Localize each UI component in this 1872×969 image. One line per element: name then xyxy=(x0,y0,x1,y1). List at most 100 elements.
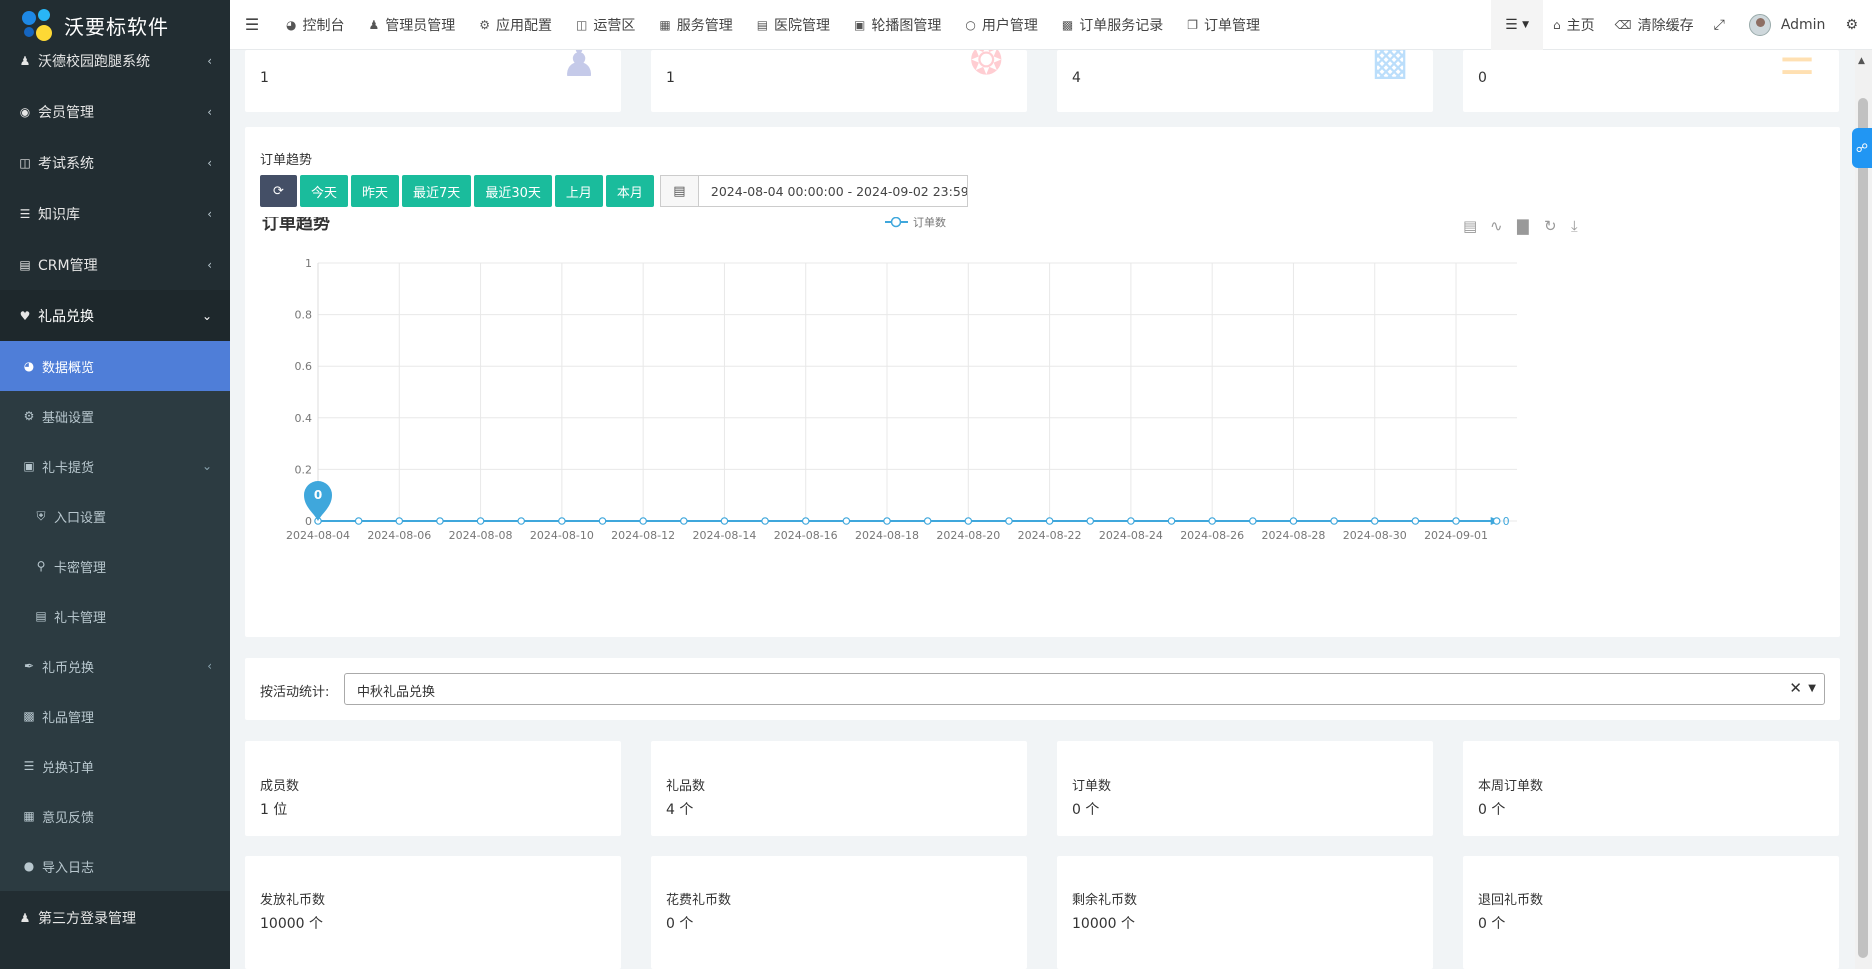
restore-icon[interactable]: ↻ xyxy=(1544,217,1557,235)
topbar-right: ☰ ▼ ⌂ 主页 ⌫ 清除缓存 ⤢ Admin ⚙ xyxy=(1491,0,1872,50)
stat-value: 0 个 xyxy=(1478,802,1506,818)
activity-select-value: 中秋礼品兑换 xyxy=(357,685,436,700)
floating-link-icon[interactable]: ☍ xyxy=(1852,128,1872,168)
sidebar-item-knowledge[interactable]: ☰ 知识库 ‹ xyxy=(0,188,230,239)
list-icon: ☰ xyxy=(19,206,31,221)
yesterday-button[interactable]: 昨天 xyxy=(351,175,400,207)
scrollbar-thumb[interactable] xyxy=(1858,98,1868,958)
sidebar-item-gift-card[interactable]: ▤ 礼卡管理 xyxy=(0,591,230,641)
stat-card-remaining-coins: 剩余礼币数 10000 个 xyxy=(1057,856,1433,969)
last-30-days-button[interactable]: 最近30天 xyxy=(474,175,552,207)
data-point xyxy=(1005,517,1013,525)
nav-operation-area[interactable]: ◫ 运营区 xyxy=(564,0,647,50)
home-icon: ⌂ xyxy=(1553,18,1561,32)
y-tick-label: 1 xyxy=(305,257,312,270)
data-point xyxy=(1208,517,1216,525)
last-7-days-button[interactable]: 最近7天 xyxy=(402,175,472,207)
chart-title: 订单趋势 xyxy=(262,217,330,233)
clear-cache-label: 清除缓存 xyxy=(1637,18,1694,34)
this-month-button[interactable]: 本月 xyxy=(605,175,654,207)
sidebar-item-exchange-orders[interactable]: ☰ 兑换订单 xyxy=(0,741,230,791)
legend-label: 订单数 xyxy=(913,217,946,229)
heart-icon: ♥ xyxy=(19,308,31,323)
sidebar-item-entry-settings[interactable]: ⛨ 入口设置 xyxy=(0,491,230,541)
last-month-button[interactable]: 上月 xyxy=(554,175,603,207)
sidebar-item-data-overview[interactable]: ◕ 数据概览 xyxy=(0,341,230,391)
sidebar-item-label: 礼卡管理 xyxy=(54,610,107,626)
data-point xyxy=(1086,517,1095,525)
refresh-button[interactable]: ⟳ xyxy=(260,175,297,207)
menu-switch-button[interactable]: ☰ ▼ xyxy=(1491,0,1544,50)
download-icon[interactable]: ⤓ xyxy=(1571,217,1578,235)
sidebar-item-label: 礼品兑换 xyxy=(38,308,94,325)
sidebar-item-label: 基础设置 xyxy=(42,410,95,426)
topbar: ☰ ◕ 控制台 ♟ 管理员管理 ⚙ 应用配置 ◫ 运营区 ▦ 服务管理 ▤ 医院管理 ▣ 轮播… xyxy=(230,0,1872,50)
sidebar-item-exam[interactable]: ◫ 考试系统 ‹ xyxy=(0,137,230,188)
sidebar-item-card-key[interactable]: ⚲ 卡密管理 xyxy=(0,541,230,591)
user-menu[interactable]: Admin xyxy=(1735,0,1836,50)
nav-orders[interactable]: ❐ 订单管理 xyxy=(1175,0,1272,50)
user-circle-icon: ◉ xyxy=(19,104,31,119)
top-stat-card-1: 1 ♟ xyxy=(245,50,621,112)
stat-value: 0 个 xyxy=(666,916,694,932)
date-range-picker[interactable]: ▤ 2024-08-04 00:00:00 - 2024-09-02 23:59… xyxy=(659,175,968,207)
copy-icon: ❐ xyxy=(1187,17,1198,32)
clear-cache-button[interactable]: ⌫ 清除缓存 xyxy=(1605,0,1704,50)
save-icon: ▩ xyxy=(1061,17,1074,32)
caret-down-icon[interactable]: ▼ xyxy=(1808,683,1816,694)
nav-users[interactable]: ○ 用户管理 xyxy=(953,0,1049,50)
data-point xyxy=(436,517,444,525)
nav-admin[interactable]: ♟ 管理员管理 xyxy=(356,0,467,50)
logo[interactable]: 沃要标软件 xyxy=(0,0,230,50)
chevron-down-icon: ⌄ xyxy=(201,308,212,323)
nav-order-service-records[interactable]: ▩ 订单服务记录 xyxy=(1050,0,1175,50)
stat-label: 花费礼币数 xyxy=(666,893,732,908)
scroll-up-icon[interactable]: ▲ xyxy=(1858,56,1865,66)
sidebar-item-import-log[interactable]: ● 导入日志 xyxy=(0,841,230,891)
gift-submenu: ◕ 数据概览 ⚙ 基础设置 ▣ 礼卡提货 ⌄ ⛨ 入口设置 ⚲ 卡密管理 ▤ 礼… xyxy=(0,341,230,891)
date-range-value[interactable]: 2024-08-04 00:00:00 - 2024-09-02 23:59:5… xyxy=(699,184,967,199)
archive-icon: ▣ xyxy=(23,459,35,473)
sidebar-item-crm[interactable]: ▤ CRM管理 ‹ xyxy=(0,239,230,290)
nav-carousel[interactable]: ▣ 轮播图管理 xyxy=(842,0,953,50)
x-tick-label: 2024-08-06 xyxy=(367,529,431,542)
sidebar-item-coin-exchange[interactable]: ✒ 礼币兑换 ‹ xyxy=(0,641,230,691)
nav-dashboard[interactable]: ◕ 控制台 xyxy=(274,0,356,50)
nav-service[interactable]: ▦ 服务管理 xyxy=(647,0,744,50)
x-tick-label: 2024-08-10 xyxy=(530,529,594,542)
sidebar-item-gift-exchange[interactable]: ♥ 礼品兑换 ⌄ xyxy=(0,290,230,341)
home-link[interactable]: ⌂ 主页 xyxy=(1543,0,1605,50)
sidebar-item-gift-card-pickup[interactable]: ▣ 礼卡提货 ⌄ xyxy=(0,441,230,491)
sidebar-item-third-party-login[interactable]: ♟ 第三方登录管理 xyxy=(0,891,230,945)
nav-label: 管理员管理 xyxy=(385,17,456,34)
data-view-icon[interactable]: ▤ xyxy=(1463,217,1477,235)
line-chart-icon[interactable]: ∿ xyxy=(1490,217,1503,235)
chevron-left-icon: ‹ xyxy=(207,659,212,673)
activity-filter-card: 按活动统计: 中秋礼品兑换 ✕ ▼ xyxy=(245,658,1840,720)
bar-chart-icon[interactable]: ▇ xyxy=(1516,217,1529,235)
activity-select[interactable]: 中秋礼品兑换 ✕ ▼ xyxy=(344,673,1825,705)
sidebar-toggle-icon[interactable]: ☰ xyxy=(230,0,274,50)
sidebar-item-gift-manage[interactable]: ▩ 礼品管理 xyxy=(0,691,230,741)
sidebar-item-members[interactable]: ◉ 会员管理 ‹ xyxy=(0,86,230,137)
x-tick-label: 2024-08-04 xyxy=(286,529,350,542)
stat-value: 1 xyxy=(666,70,675,86)
chevron-left-icon: ‹ xyxy=(207,54,212,68)
nav-label: 用户管理 xyxy=(981,17,1038,34)
sidebar-item-feedback[interactable]: ▦ 意见反馈 xyxy=(0,791,230,841)
calendar-icon: ▤ xyxy=(660,176,699,206)
user-icon: ♟ xyxy=(561,50,597,86)
stat-card-orders: 订单数 0 个 xyxy=(1057,741,1433,836)
today-button[interactable]: 今天 xyxy=(300,175,349,207)
nav-hospital[interactable]: ▤ 医院管理 xyxy=(745,0,842,50)
settings-gear-icon[interactable]: ⚙ xyxy=(1835,0,1872,50)
data-point xyxy=(1492,517,1501,525)
nav-app-config[interactable]: ⚙ 应用配置 xyxy=(467,0,564,50)
data-point xyxy=(842,517,851,525)
sidebar-item-basic-settings[interactable]: ⚙ 基础设置 xyxy=(0,391,230,441)
sidebar-item-label: 卡密管理 xyxy=(54,560,107,576)
user-outline-icon: ○ xyxy=(965,17,976,32)
sidebar-item-label: 礼卡提货 xyxy=(42,460,95,476)
clear-icon[interactable]: ✕ xyxy=(1789,679,1802,697)
fullscreen-icon[interactable]: ⤢ xyxy=(1704,0,1735,50)
